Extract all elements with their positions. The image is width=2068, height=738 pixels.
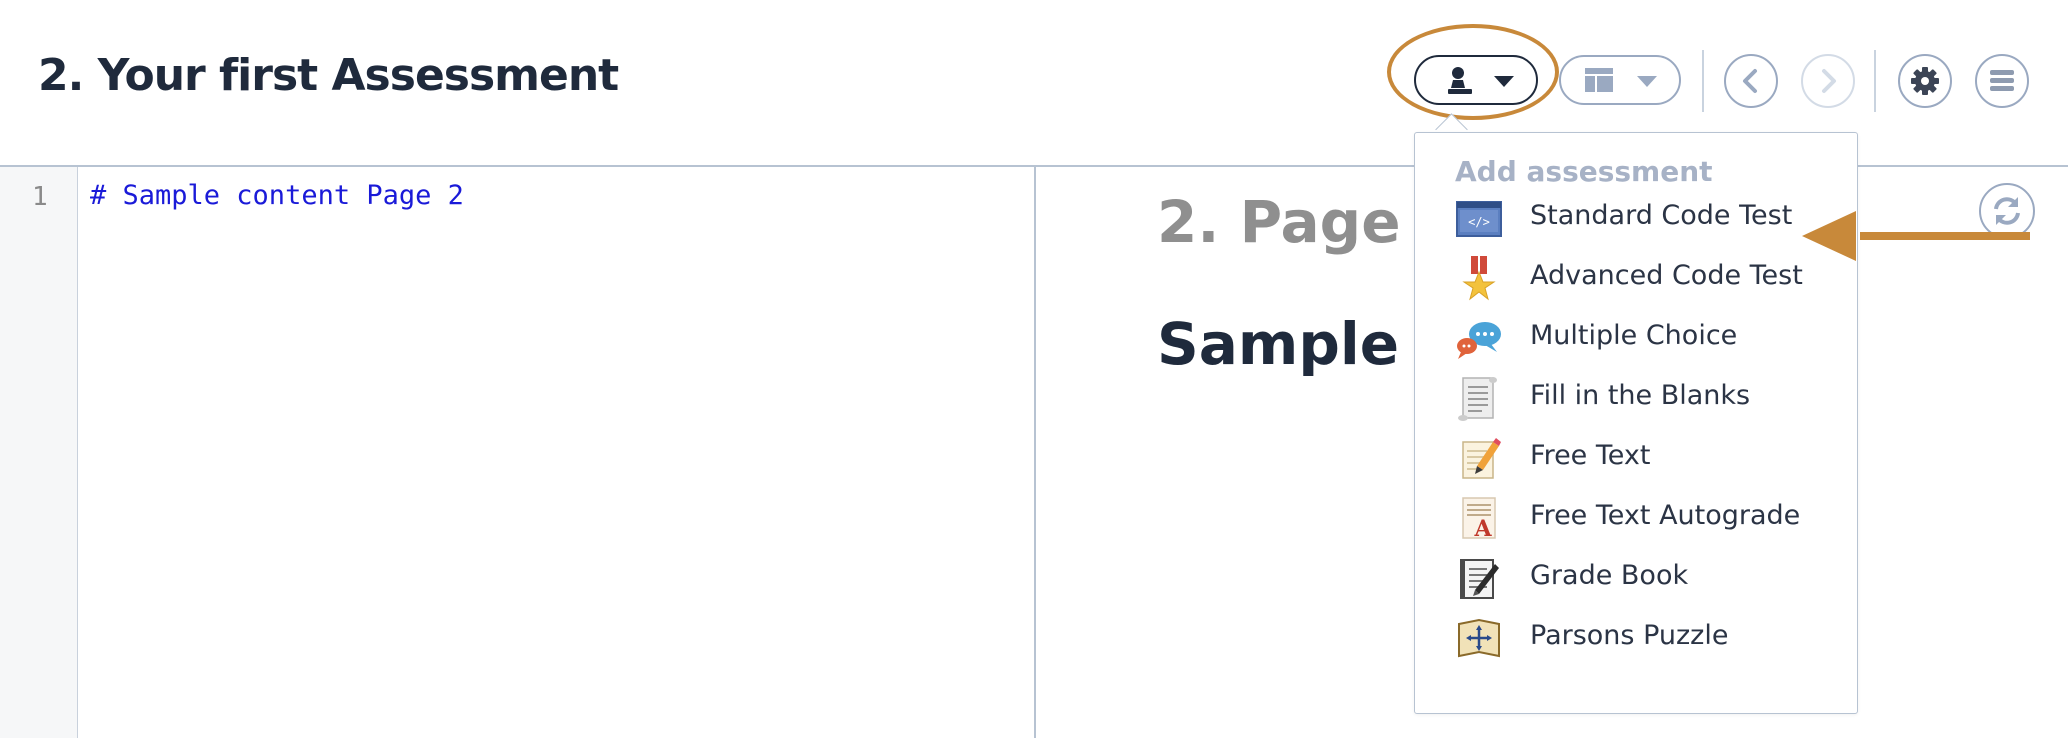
menu-item-label: Fill in the Blanks (1530, 380, 1751, 411)
svg-text:A: A (1473, 516, 1492, 542)
menu-item-label: Grade Book (1530, 560, 1689, 591)
code-line[interactable]: # Sample content Page 2 (90, 180, 464, 211)
layout-icon (1585, 68, 1613, 92)
menu-button[interactable] (1975, 54, 2029, 108)
toolbar-divider (1702, 50, 1704, 112)
settings-button[interactable] (1898, 54, 1952, 108)
callout-arrow (1802, 211, 2030, 261)
menu-item-label: Parsons Puzzle (1530, 620, 1729, 651)
chevron-down-icon (1494, 76, 1514, 87)
previous-page-button[interactable] (1724, 54, 1778, 108)
chess-pawn-icon (1448, 67, 1472, 94)
svg-text:</>: </> (1468, 215, 1490, 229)
menu-item-label: Free Text Autograde (1530, 500, 1801, 531)
menu-item-label: Advanced Code Test (1530, 260, 1803, 291)
page-title: 2. Your first Assessment (38, 50, 619, 101)
map-move-icon (1458, 618, 1500, 658)
code-window-icon: </> (1456, 201, 1502, 237)
chevron-left-icon (1743, 69, 1757, 93)
menu-item-fill-in-the-blanks[interactable]: Fill in the Blanks (1415, 368, 1857, 428)
layout-button[interactable] (1559, 55, 1681, 105)
chevron-right-icon (1822, 69, 1836, 93)
pane-divider[interactable] (1034, 167, 1036, 738)
menu-item-multiple-choice[interactable]: Multiple Choice (1415, 308, 1857, 368)
menu-item-advanced-code-test[interactable]: Advanced Code Test (1415, 248, 1857, 308)
menu-item-standard-code-test[interactable]: </> Standard Code Test (1415, 188, 1857, 248)
notepad-pencil-icon (1462, 438, 1501, 479)
chevron-down-icon (1637, 76, 1657, 87)
add-assessment-dropdown: Add assessment </> Standard Code Test Ad… (1414, 132, 1858, 714)
dropdown-header: Add assessment (1455, 155, 1713, 188)
gradebook-icon (1460, 559, 1499, 599)
add-assessment-button[interactable] (1414, 55, 1538, 105)
menu-item-label: Free Text (1530, 440, 1651, 471)
menu-item-grade-book[interactable]: Grade Book (1415, 548, 1857, 608)
line-number: 1 (32, 182, 48, 212)
medal-icon (1462, 256, 1496, 301)
document-a-icon: A (1462, 497, 1496, 542)
preview-heading-2: Sample c (1157, 310, 1454, 378)
scroll-icon (1458, 377, 1497, 421)
menu-item-label: Multiple Choice (1530, 320, 1738, 351)
menu-item-parsons-puzzle[interactable]: Parsons Puzzle (1415, 608, 1857, 668)
editor-gutter (0, 167, 78, 738)
hamburger-menu-icon (1990, 70, 2014, 91)
menu-item-label: Standard Code Test (1530, 200, 1793, 231)
menu-item-free-text-autograde[interactable]: A Free Text Autograde (1415, 488, 1857, 548)
speech-bubbles-icon (1457, 322, 1501, 359)
gear-icon (1911, 67, 1939, 95)
menu-item-free-text[interactable]: Free Text (1415, 428, 1857, 488)
next-page-button[interactable] (1801, 54, 1855, 108)
toolbar-divider (1874, 50, 1876, 112)
